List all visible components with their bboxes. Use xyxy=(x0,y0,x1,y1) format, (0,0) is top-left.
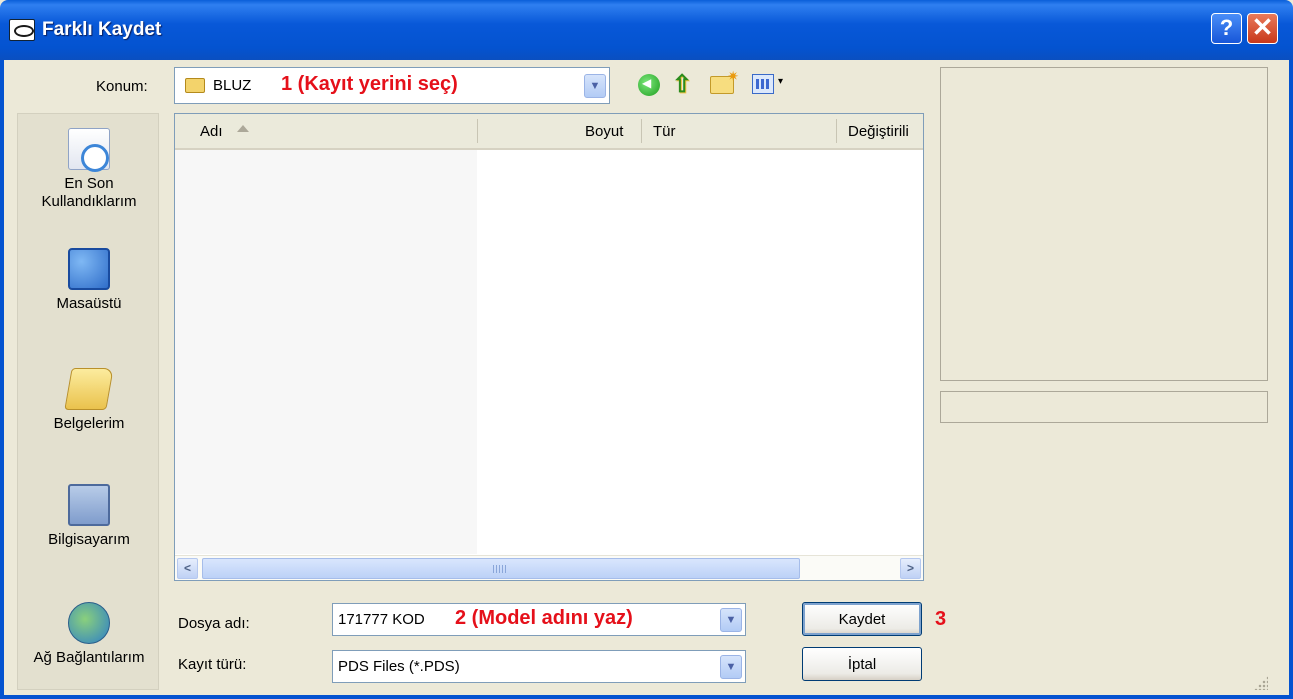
filename-instruction: 2 (Model adını yaz) xyxy=(455,607,633,629)
help-button[interactable]: ? xyxy=(1211,13,1242,44)
window-title: Farklı Kaydet xyxy=(42,19,162,40)
column-divider[interactable] xyxy=(836,119,837,143)
desktop-icon xyxy=(68,248,110,290)
cancel-button[interactable]: İptal xyxy=(802,647,922,681)
location-label: Konum: xyxy=(96,78,148,95)
filename-label: Dosya adı: xyxy=(178,615,250,632)
horizontal-scrollbar[interactable]: < > xyxy=(175,555,923,580)
places-bar: En Son Kullandıklarım Masaüstü Belgeleri… xyxy=(17,113,159,690)
column-type[interactable]: Tür xyxy=(653,123,676,140)
title-bar[interactable]: Farklı Kaydet ? ✕ xyxy=(0,0,1293,60)
location-combo[interactable]: BLUZ 1 (Kayıt yerini seç) ▼ xyxy=(174,67,610,104)
save-instruction: 3 xyxy=(935,608,947,630)
place-network[interactable]: Ağ Bağlantılarım xyxy=(18,602,160,667)
back-icon[interactable] xyxy=(638,74,660,96)
scrollbar-thumb[interactable] xyxy=(202,558,800,579)
close-button[interactable]: ✕ xyxy=(1247,13,1278,44)
column-name[interactable]: Adı xyxy=(200,123,223,140)
place-label: Masaüstü xyxy=(56,295,122,312)
new-folder-icon[interactable] xyxy=(710,68,739,94)
filetype-value: PDS Files (*.PDS) xyxy=(338,658,460,675)
name-column-area xyxy=(175,150,477,554)
column-modified[interactable]: Değiştirili xyxy=(848,123,909,140)
place-label: En Son Kullandıklarım xyxy=(41,175,137,210)
chevron-down-icon[interactable]: ▼ xyxy=(584,74,606,98)
my-documents-icon xyxy=(64,368,114,410)
scroll-left-icon[interactable]: < xyxy=(177,558,198,579)
filetype-label: Kayıt türü: xyxy=(178,656,247,673)
filename-input[interactable]: 171777 KOD 2 (Model adını yaz) ▼ xyxy=(332,603,746,636)
file-list[interactable]: Adı Boyut Tür Değiştirili < > xyxy=(174,113,924,581)
place-label: Ağ Bağlantılarım xyxy=(33,649,145,666)
filename-value: 171777 KOD xyxy=(338,611,425,628)
filetype-select[interactable]: PDS Files (*.PDS) ▼ xyxy=(332,650,746,683)
app-icon xyxy=(9,19,35,41)
network-places-icon xyxy=(68,602,110,644)
chevron-down-icon[interactable]: ▼ xyxy=(720,608,742,632)
place-my-documents[interactable]: Belgelerim xyxy=(18,368,160,433)
preview-info-box xyxy=(940,391,1268,423)
views-dropdown-icon[interactable]: ▾ xyxy=(778,76,783,87)
chevron-down-icon[interactable]: ▼ xyxy=(720,655,742,679)
my-computer-icon xyxy=(68,484,110,526)
preview-pane xyxy=(940,67,1268,381)
up-folder-icon[interactable]: ⇧ xyxy=(672,70,694,98)
column-divider[interactable] xyxy=(641,119,642,143)
place-recent[interactable]: En Son Kullandıklarım xyxy=(18,128,160,211)
column-divider[interactable] xyxy=(477,119,478,143)
save-button[interactable]: Kaydet xyxy=(802,602,922,636)
place-desktop[interactable]: Masaüstü xyxy=(18,248,160,313)
location-value: BLUZ xyxy=(213,77,252,94)
place-label: Bilgisayarım xyxy=(48,531,130,548)
folder-icon xyxy=(185,78,205,93)
views-menu-icon[interactable] xyxy=(752,74,774,94)
file-list-header: Adı Boyut Tür Değiştirili xyxy=(175,114,923,150)
column-size[interactable]: Boyut xyxy=(585,123,623,140)
scrollbar-grip-icon xyxy=(493,565,507,573)
location-instruction: 1 (Kayıt yerini seç) xyxy=(281,73,458,95)
recent-documents-icon xyxy=(68,128,110,172)
sort-ascending-icon xyxy=(237,125,249,132)
scroll-right-icon[interactable]: > xyxy=(900,558,921,579)
place-label: Belgelerim xyxy=(53,415,125,432)
place-my-computer[interactable]: Bilgisayarım xyxy=(18,484,160,549)
